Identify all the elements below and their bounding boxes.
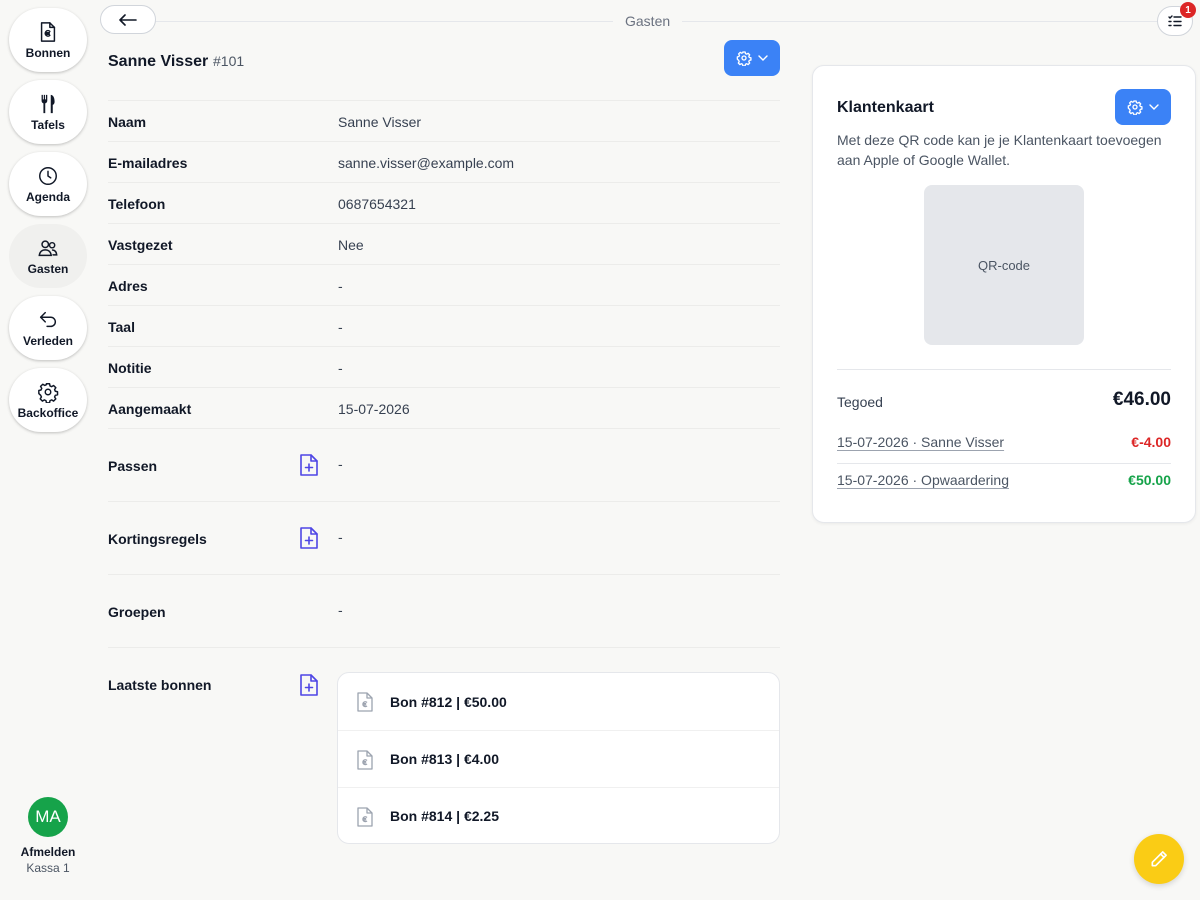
logout-button[interactable]: Afmelden xyxy=(0,845,96,859)
cutlery-icon xyxy=(41,94,55,113)
receipt-label: Bon #813 | €4.00 xyxy=(390,751,499,767)
qr-code: QR-code xyxy=(924,185,1084,345)
transaction-link[interactable]: 15-07-2026 · Opwaardering xyxy=(837,472,1009,488)
kortingsregels-section: Kortingsregels - xyxy=(108,501,780,574)
edit-button[interactable] xyxy=(1134,834,1184,884)
field-value: sanne.visser@example.com xyxy=(338,155,515,171)
sidebar-item-label: Gasten xyxy=(27,261,69,276)
receipt-item[interactable]: Bon #812 | €50.00 xyxy=(338,673,779,730)
receipt-euro-icon xyxy=(40,21,56,42)
chevron-down-icon xyxy=(758,55,768,61)
guest-name: Sanne Visser xyxy=(108,53,209,70)
detail-row: Vastgezet Nee xyxy=(108,223,780,264)
sidebar-item-label: Bonnen xyxy=(25,45,71,60)
section-label: Groepen xyxy=(108,604,166,620)
notification-badge: 1 xyxy=(1180,2,1196,18)
field-value: - xyxy=(338,360,343,376)
gear-icon xyxy=(736,51,752,66)
receipt-icon xyxy=(357,692,373,712)
receipt-item[interactable]: Bon #814 | €2.25 xyxy=(338,787,779,844)
field-label: Adres xyxy=(108,278,148,294)
card-title: Klantenkaart xyxy=(837,99,934,116)
passen-section: Passen - xyxy=(108,428,780,501)
field-label: E-mailadres xyxy=(108,155,188,171)
guest-id: #101 xyxy=(213,53,245,69)
sidebar-item-label: Agenda xyxy=(25,189,70,204)
transaction-row: 15-07-2026 · Opwaardering €50.00 xyxy=(837,463,1171,500)
detail-row: Notitie - xyxy=(108,346,780,387)
balance-value: €46.00 xyxy=(1112,389,1171,410)
divider xyxy=(837,369,1171,370)
sidebar-item-agenda[interactable]: Agenda xyxy=(9,152,87,216)
sidebar-item-tafels[interactable]: Tafels xyxy=(9,80,87,144)
arrow-left-icon xyxy=(119,13,137,26)
field-value: 0687654321 xyxy=(338,196,416,212)
gear-icon xyxy=(1127,100,1143,115)
pencil-icon xyxy=(1151,851,1167,867)
sidebar-item-bonnen[interactable]: Bonnen xyxy=(9,8,87,72)
gear-icon xyxy=(38,382,59,403)
section-value: - xyxy=(338,602,343,618)
receipt-label: Bon #812 | €50.00 xyxy=(390,693,507,710)
receipt-icon xyxy=(357,750,373,770)
sidebar-item-label: Backoffice xyxy=(17,405,79,420)
field-value: Nee xyxy=(338,237,364,253)
field-label: Aangemaakt xyxy=(108,401,192,417)
field-value: 15-07-2026 xyxy=(338,401,410,417)
checklist-icon xyxy=(1168,15,1182,27)
field-label: Telefoon xyxy=(108,196,166,212)
section-label: Kortingsregels xyxy=(108,531,207,547)
add-file-icon[interactable] xyxy=(299,527,319,549)
field-value: - xyxy=(338,319,343,335)
card-settings-button[interactable] xyxy=(1115,89,1171,125)
section-label: Laatste bonnen xyxy=(108,677,212,693)
field-label: Notitie xyxy=(108,360,152,376)
section-label: Passen xyxy=(108,458,158,474)
groepen-section: Groepen - xyxy=(108,574,780,647)
users-icon xyxy=(38,239,58,256)
sidebar-item-label: Tafels xyxy=(31,117,65,132)
field-label: Taal xyxy=(108,319,135,335)
detail-row: Telefoon 0687654321 xyxy=(108,182,780,223)
balance-label: Tegoed xyxy=(837,394,883,410)
field-label: Vastgezet xyxy=(108,237,173,253)
sidebar-item-verleden[interactable]: Verleden xyxy=(9,296,87,360)
undo-arrow-icon xyxy=(39,311,56,327)
detail-row: Adres - xyxy=(108,264,780,305)
chevron-down-icon xyxy=(1149,104,1159,110)
sidebar-item-gasten[interactable]: Gasten xyxy=(9,224,87,288)
receipt-icon xyxy=(357,807,373,827)
guest-settings-button[interactable] xyxy=(724,40,780,76)
section-value: - xyxy=(338,456,343,472)
page-title: Gasten xyxy=(613,13,683,29)
section-value: - xyxy=(338,529,343,545)
clock-icon xyxy=(39,166,57,185)
add-file-icon[interactable] xyxy=(299,674,319,696)
transaction-row: 15-07-2026 · Sanne Visser €-4.00 xyxy=(837,426,1171,463)
transaction-amount: €-4.00 xyxy=(1131,434,1171,450)
transaction-amount: €50.00 xyxy=(1128,472,1171,488)
detail-row: Naam Sanne Visser xyxy=(108,100,780,141)
detail-row: Taal - xyxy=(108,305,780,346)
detail-row: E-mailadres sanne.visser@example.com xyxy=(108,141,780,182)
receipt-list: Bon #812 | €50.00 Bon #813 | €4.00 Bon #… xyxy=(337,672,780,844)
field-label: Naam xyxy=(108,114,147,130)
sidebar-item-label: Verleden xyxy=(22,333,74,348)
transaction-link[interactable]: 15-07-2026 · Sanne Visser xyxy=(837,434,1004,450)
sidebar-item-backoffice[interactable]: Backoffice xyxy=(9,368,87,432)
avatar[interactable]: MA xyxy=(28,797,68,837)
loyalty-card: Klantenkaart Met deze QR code kan je je … xyxy=(812,65,1196,523)
receipt-item[interactable]: Bon #813 | €4.00 xyxy=(338,730,779,787)
receipt-label: Bon #814 | €2.25 xyxy=(390,808,499,824)
field-value: - xyxy=(338,278,343,294)
back-button[interactable] xyxy=(100,5,156,34)
add-file-icon[interactable] xyxy=(299,454,319,476)
detail-row: Aangemaakt 15-07-2026 xyxy=(108,387,780,428)
field-value: Sanne Visser xyxy=(338,114,422,130)
card-description: Met deze QR code kan je je Klantenkaart … xyxy=(837,132,1162,168)
register-label: Kassa 1 xyxy=(26,861,70,875)
